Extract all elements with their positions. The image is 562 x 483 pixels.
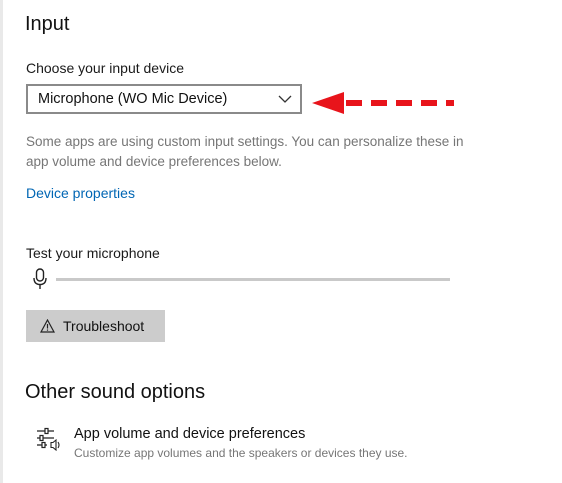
app-volume-preferences-link[interactable]: App volume and device preferences	[74, 425, 305, 443]
input-device-dropdown-value: Microphone (WO Mic Device)	[38, 91, 228, 107]
chevron-down-icon	[278, 95, 292, 103]
other-sound-options-title: Other sound options	[25, 381, 206, 403]
sliders-icon[interactable]	[36, 427, 62, 451]
input-section-title: Input	[25, 13, 70, 35]
test-microphone-label: Test your microphone	[26, 245, 160, 261]
app-volume-preferences-description: Customize app volumes and the speakers o…	[74, 446, 408, 460]
microphone-level-meter	[56, 278, 450, 281]
choose-input-device-label: Choose your input device	[26, 60, 184, 76]
custom-input-settings-text: Some apps are using custom input setting…	[26, 134, 464, 169]
device-properties-link[interactable]: Device properties	[26, 184, 135, 202]
input-device-dropdown[interactable]: Microphone (WO Mic Device)	[26, 84, 302, 114]
troubleshoot-button-label: Troubleshoot	[63, 318, 145, 334]
microphone-icon	[33, 268, 47, 289]
window-left-border	[0, 0, 3, 483]
red-dashed-arrow-icon	[312, 92, 454, 114]
troubleshoot-button[interactable]: Troubleshoot	[26, 310, 165, 342]
warning-icon	[40, 319, 55, 333]
